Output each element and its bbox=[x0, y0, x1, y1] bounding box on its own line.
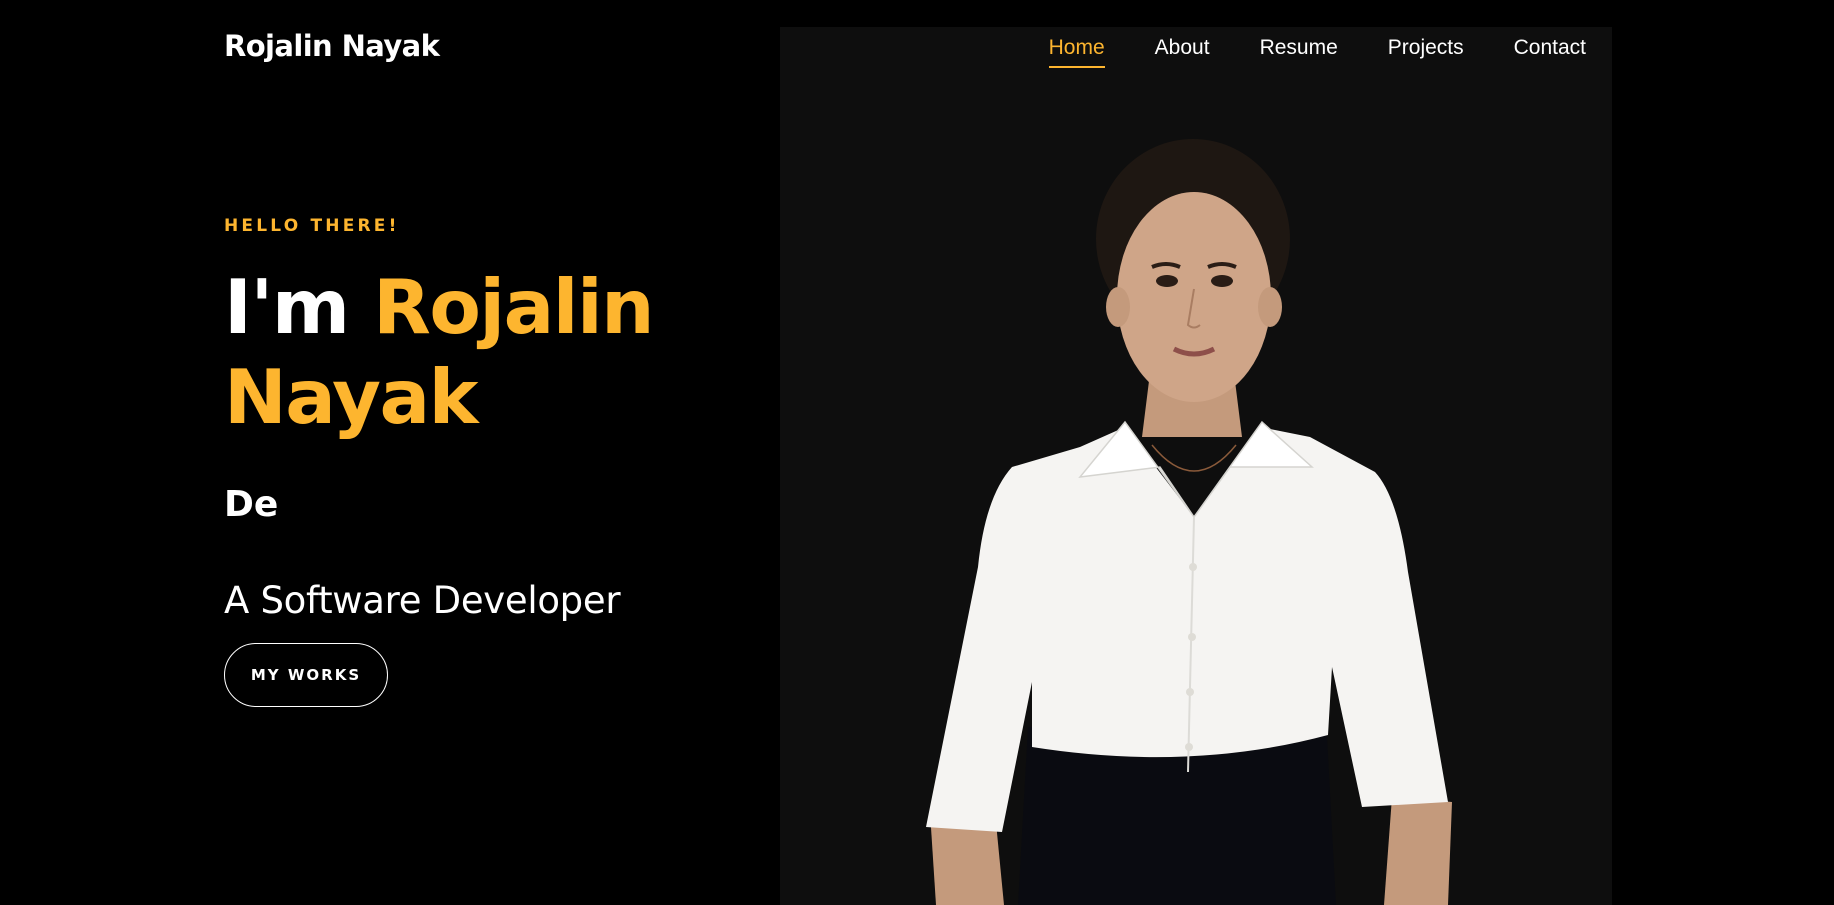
nav-item-contact[interactable]: Contact bbox=[1514, 36, 1586, 68]
nav-item-about[interactable]: About bbox=[1155, 36, 1210, 68]
hero-intro: I'm bbox=[224, 263, 350, 351]
photo-panel bbox=[780, 27, 1612, 905]
brand-logo[interactable]: Rojalin Nayak bbox=[224, 29, 440, 63]
my-works-button[interactable]: MY WORKS bbox=[224, 643, 388, 707]
hero-first-name: Rojalin bbox=[373, 263, 654, 351]
hero-role: A Software Developer bbox=[224, 579, 621, 622]
nav-item-resume[interactable]: Resume bbox=[1260, 36, 1338, 68]
hero-last-name: Nayak bbox=[224, 353, 478, 441]
main-nav: Home About Resume Projects Contact bbox=[1048, 36, 1586, 68]
portrait-photo bbox=[926, 139, 1452, 905]
hero-typed-text: De bbox=[224, 484, 279, 525]
hero-greeting: HELLO THERE! bbox=[224, 216, 400, 236]
page: Rojalin Nayak Home About Resume Projects… bbox=[0, 0, 1834, 905]
hero-headline: I'm Rojalin Nayak bbox=[224, 262, 684, 442]
nav-item-projects[interactable]: Projects bbox=[1388, 36, 1464, 68]
nav-item-home[interactable]: Home bbox=[1048, 36, 1105, 68]
